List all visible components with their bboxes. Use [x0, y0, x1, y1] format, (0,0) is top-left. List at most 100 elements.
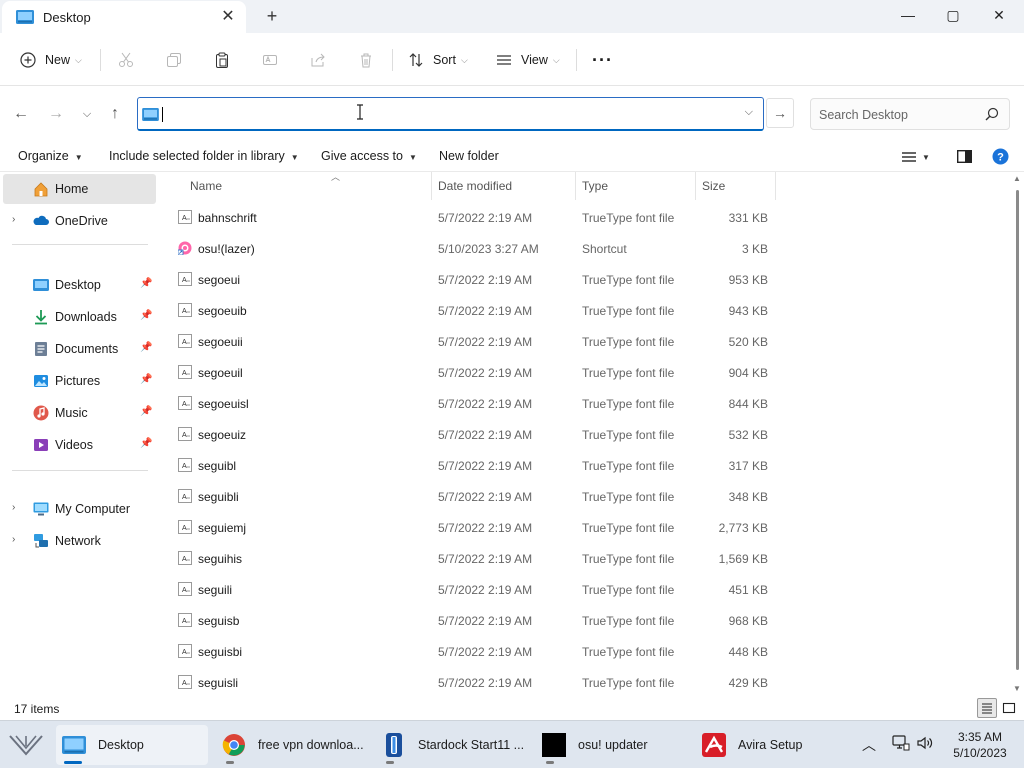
column-header-name[interactable]: ︿ Name [184, 172, 432, 200]
share-button[interactable] [310, 47, 326, 73]
file-row[interactable]: Asegoeuiz 5/7/2022 2:19 AM TrueType font f… [156, 419, 1008, 450]
sort-button[interactable]: Sort ⌵ [408, 47, 468, 73]
taskbar-item-file-explorer[interactable]: Desktop [56, 725, 208, 765]
system-clock[interactable]: 3:35 AM 5/10/2023 [944, 729, 1016, 761]
file-row[interactable]: Aseguisbi 5/7/2022 2:19 AM TrueType font f… [156, 636, 1008, 667]
address-input[interactable] [162, 104, 732, 124]
new-button[interactable]: New ⌵ [20, 47, 82, 73]
back-arrow-icon[interactable]: ← [10, 103, 32, 125]
pin-icon[interactable]: 📌 [140, 278, 152, 289]
file-row[interactable]: Asegoeuii 5/7/2022 2:19 AM TrueType font f… [156, 326, 1008, 357]
new-folder-button[interactable]: New folder [439, 149, 499, 163]
search-box[interactable] [810, 98, 1010, 130]
sidebar-item-downloads[interactable]: Downloads 📌 [3, 302, 156, 332]
file-row[interactable]: Asegoeui 5/7/2022 2:19 AM TrueType font fi… [156, 264, 1008, 295]
delete-button[interactable] [358, 47, 374, 73]
taskbar-item-chrome[interactable]: free vpn downloa... [216, 725, 366, 765]
taskbar: Desktop free vpn downloa... Stardock Sta… [0, 720, 1024, 768]
more-options-button[interactable]: ··· [592, 47, 613, 73]
organize-label: Organize [18, 149, 69, 163]
give-access-menu[interactable]: Give access to ▼ [321, 149, 417, 163]
file-row[interactable]: osu!(lazer) 5/10/2023 3:27 AM Shortcut 3 KB [156, 233, 1008, 264]
pin-icon[interactable]: 📌 [140, 406, 152, 417]
file-row[interactable]: Aseguibl 5/7/2022 2:19 AM TrueType font fi… [156, 450, 1008, 481]
up-arrow-icon[interactable]: ↑ [104, 103, 126, 125]
change-view-button[interactable]: ▼ [902, 149, 930, 163]
scissors-icon [119, 52, 133, 67]
details-view-button[interactable] [977, 698, 997, 718]
chevron-right-icon[interactable]: › [12, 214, 15, 225]
organize-menu[interactable]: Organize ▼ [18, 149, 83, 163]
sidebar-item-onedrive[interactable]: › OneDrive [3, 206, 156, 236]
preview-pane-button[interactable] [956, 149, 973, 164]
vertical-scrollbar[interactable]: ▲ ▼ [1010, 172, 1024, 697]
file-row[interactable]: Aseguisb 5/7/2022 2:19 AM TrueType font fi… [156, 605, 1008, 636]
sidebar-item-pictures[interactable]: Pictures 📌 [3, 366, 156, 396]
view-button[interactable]: View ⌵ [496, 47, 560, 73]
recent-locations-chevron-icon[interactable]: ⌵ [76, 103, 98, 125]
minimize-button[interactable]: — [885, 0, 931, 30]
start-button[interactable] [6, 725, 46, 765]
file-date-modified: 5/7/2022 2:19 AM [438, 459, 533, 473]
tray-volume-icon[interactable] [916, 735, 934, 754]
sidebar-item-my-computer[interactable]: › My Computer [3, 494, 156, 524]
go-arrow-icon[interactable]: → [766, 98, 794, 128]
column-header-size[interactable]: Size [696, 172, 776, 200]
file-row[interactable]: Asegoeuil 5/7/2022 2:19 AM TrueType font f… [156, 357, 1008, 388]
tray-network-icon[interactable] [892, 735, 910, 754]
taskbar-item-avira[interactable]: Avira Setup [696, 725, 836, 765]
sidebar-item-home[interactable]: Home [3, 174, 156, 204]
tab-desktop[interactable]: Desktop ✕ [2, 1, 246, 33]
clock-time: 3:35 AM [957, 730, 1003, 744]
chevron-down-icon: ⌵ [552, 54, 560, 65]
address-bar[interactable]: ⌵ [137, 97, 764, 131]
taskbar-item-osu-updater[interactable]: osu! updater [536, 725, 686, 765]
file-row[interactable]: Aseguibli 5/7/2022 2:19 AM TrueType font f… [156, 481, 1008, 512]
pin-icon[interactable]: 📌 [140, 342, 152, 353]
sidebar-item-desktop[interactable]: Desktop 📌 [3, 270, 156, 300]
scroll-up-arrow-icon[interactable]: ▲ [1013, 174, 1021, 183]
include-library-menu[interactable]: Include selected folder in library ▼ [109, 149, 299, 163]
file-row[interactable]: Aseguisli 5/7/2022 2:19 AM TrueType font f… [156, 667, 1008, 697]
sidebar-item-network[interactable]: › Network [3, 526, 156, 556]
close-window-button[interactable]: ✕ [976, 0, 1022, 30]
taskbar-label-file-explorer: Desktop [98, 738, 144, 752]
pin-icon[interactable]: 📌 [140, 374, 152, 385]
file-row[interactable]: Abahnschrift 5/7/2022 2:19 AM TrueType fon… [156, 202, 1008, 233]
taskbar-item-stardock[interactable]: Stardock Start11 ... [376, 725, 526, 765]
separator [576, 49, 577, 71]
chevron-right-icon[interactable]: › [12, 534, 15, 545]
show-hidden-icons-chevron-icon[interactable]: ︿ [862, 735, 876, 755]
cut-button[interactable] [118, 47, 134, 73]
sort-label: Sort [433, 53, 456, 67]
scroll-down-arrow-icon[interactable]: ▼ [1013, 684, 1021, 693]
maximize-button[interactable]: ▢ [930, 0, 976, 30]
chevron-right-icon[interactable]: › [12, 502, 15, 513]
help-button[interactable]: ? [992, 148, 1009, 168]
file-row[interactable]: Aseguiemj 5/7/2022 2:19 AM TrueType font f… [156, 512, 1008, 543]
sidebar-item-videos[interactable]: Videos 📌 [3, 430, 156, 460]
file-row[interactable]: Aseguihis 5/7/2022 2:19 AM TrueType font f… [156, 543, 1008, 574]
new-tab-button[interactable]: + [262, 6, 282, 26]
sidebar-item-documents[interactable]: Documents 📌 [3, 334, 156, 364]
close-tab-icon[interactable]: ✕ [218, 7, 238, 27]
pin-icon[interactable]: 📌 [140, 438, 152, 449]
column-header-date[interactable]: Date modified [432, 172, 576, 200]
search-icon[interactable] [985, 107, 999, 121]
rename-button[interactable] [262, 47, 278, 73]
file-date-modified: 5/7/2022 2:19 AM [438, 552, 533, 566]
large-icons-view-button[interactable] [999, 698, 1019, 718]
paste-button[interactable] [214, 47, 230, 73]
copy-button[interactable] [166, 47, 182, 73]
search-input[interactable] [819, 106, 979, 124]
forward-arrow-icon[interactable]: → [45, 103, 67, 125]
address-dropdown-icon[interactable]: ⌵ [745, 106, 753, 119]
pin-icon[interactable]: 📌 [140, 310, 152, 321]
column-header-type[interactable]: Type [576, 172, 696, 200]
file-row[interactable]: Asegoeuib 5/7/2022 2:19 AM TrueType font f… [156, 295, 1008, 326]
file-row[interactable]: Aseguili 5/7/2022 2:19 AM TrueType font fi… [156, 574, 1008, 605]
scrollbar-thumb[interactable] [1016, 190, 1019, 670]
file-date-modified: 5/7/2022 2:19 AM [438, 273, 533, 287]
sidebar-item-music[interactable]: Music 📌 [3, 398, 156, 428]
file-row[interactable]: Asegoeuisl 5/7/2022 2:19 AM TrueType font … [156, 388, 1008, 419]
